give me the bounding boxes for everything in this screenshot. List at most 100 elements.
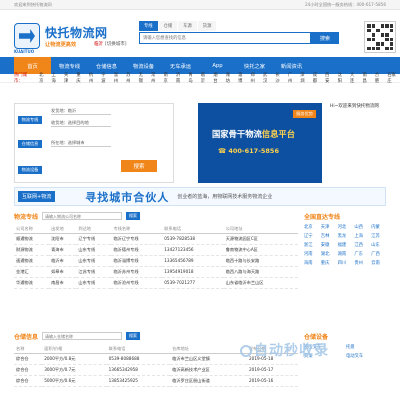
ad-headline: 寻找城市合伙人 <box>85 190 170 204</box>
cell: 江苏专线 <box>76 266 112 278</box>
hot-city[interactable]: 重庆 <box>76 72 84 84</box>
province-link[interactable]: 天津 <box>321 224 336 230</box>
site-logo[interactable] <box>14 23 40 49</box>
hot-city[interactable]: 宁波 <box>101 72 109 84</box>
cell: 5000平方/0.6元 <box>42 375 107 387</box>
hot-city[interactable]: 淄博 <box>238 72 246 84</box>
hot-city[interactable]: 无锡 <box>139 72 147 84</box>
province-link[interactable]: 广东 <box>354 251 369 257</box>
province-link[interactable]: 河南 <box>304 251 319 257</box>
cell: 山东专线 <box>76 255 112 267</box>
lines-search-button[interactable]: 搜索 <box>126 212 141 220</box>
hot-city[interactable]: 郑州 <box>251 72 259 84</box>
hot-city[interactable]: 大连 <box>350 72 358 84</box>
province-link[interactable]: 吉林 <box>321 233 336 239</box>
province-link[interactable]: 重庆 <box>321 260 336 266</box>
province-link[interactable]: 安徽 <box>321 242 336 248</box>
province-link[interactable]: 四川 <box>338 260 353 266</box>
province-link[interactable]: 贵州 <box>354 260 369 266</box>
brand-name[interactable]: 快托物流网 <box>45 24 108 41</box>
province-link[interactable]: 广西 <box>371 251 386 257</box>
welcome-panel: Hi~欢迎来到快托物流网 <box>330 103 386 183</box>
warehouse-search-button[interactable]: 搜索 <box>126 332 141 340</box>
table-row[interactable]: 速通物流 临沂市 山东专线 临沂淄博专线 13365456789 临西十路与长安路 <box>14 255 298 267</box>
tab-quick-line[interactable]: 物流专线 <box>18 116 42 124</box>
warehouse-city-field[interactable]: 所在地：选择城市 <box>51 140 111 147</box>
province-link[interactable]: 江西 <box>354 242 369 248</box>
banner-headline: 国家骨干物流信息平台 <box>212 128 295 140</box>
hot-city[interactable]: 南京 <box>163 72 171 84</box>
lines-search-input[interactable] <box>42 212 123 220</box>
province-link[interactable]: 湖南 <box>338 251 353 257</box>
province-link[interactable]: 河北 <box>338 224 353 230</box>
search-input[interactable] <box>139 32 311 44</box>
hot-city[interactable]: 沈阳 <box>338 72 346 84</box>
hot-city[interactable]: 常州 <box>151 72 159 84</box>
hot-city[interactable]: 潍坊 <box>226 72 234 84</box>
hot-city[interactable]: 青岛 <box>188 72 196 84</box>
province-link[interactable]: 上海 <box>354 233 369 239</box>
tab-quick-warehouse[interactable]: 仓储信息 <box>18 140 42 148</box>
province-link[interactable]: 江苏 <box>371 233 386 239</box>
city-switch-link[interactable]: [切换城市] <box>105 42 127 47</box>
hot-city[interactable]: 成都 <box>313 72 321 84</box>
table-row[interactable]: 顺通物流 沈阳市 辽宁专线 临沂辽宁专线 0539-7828538 天源物流园区C区 <box>14 233 298 245</box>
equipment-link[interactable]: 电动叉车 <box>346 353 386 359</box>
search-tab-cargo[interactable]: 货源 <box>197 21 217 31</box>
cell: 2019-05-16 <box>246 375 298 387</box>
search-tab-vehicle[interactable]: 车源 <box>178 21 197 31</box>
warehouse-search-input[interactable] <box>42 332 123 340</box>
hot-city[interactable]: 苏州 <box>126 72 134 84</box>
hot-city[interactable]: 烟台 <box>213 72 221 84</box>
hot-city[interactable]: 长沙 <box>275 72 283 84</box>
province-link[interactable]: 福建 <box>338 242 353 248</box>
promo-banner[interactable]: 服务优势 国家骨干物流信息平台 ☎ 400-617-5856 <box>198 103 322 183</box>
lines-table: 公司名称 出发地 到达地 专线名称 联系电话 公司地址 顺通物流 沈阳市 辽宁专线临… <box>14 226 298 289</box>
province-link[interactable]: 辽宁 <box>304 233 319 239</box>
province-link[interactable]: 山西 <box>354 224 369 230</box>
province-link[interactable]: 湖北 <box>321 251 336 257</box>
partner-ad[interactable]: 互联网+物流 寻找城市合伙人 创业者的蓝海，用物联网技术服务物流企业 <box>14 187 386 206</box>
quick-search-button[interactable]: 搜索 <box>121 160 157 172</box>
table-row[interactable]: 综合仓 5000平方/0.6元 13853425925 临沂罗庄区册山街道 2019-0… <box>14 375 298 387</box>
hot-city[interactable]: 温州 <box>114 72 122 84</box>
from-field[interactable]: 发货地：临沂 <box>51 108 111 115</box>
table-row[interactable]: 华通物流 南昌市 山东专线 临沂沧州专线 0539-7021277 山东省临沂市兰山区 <box>14 277 298 289</box>
cell: 13954919018 <box>162 266 224 278</box>
hot-city[interactable]: 石家庄 <box>387 72 400 84</box>
search-button[interactable]: 搜索 <box>311 32 339 44</box>
province-link[interactable]: 黑龙 <box>338 233 353 239</box>
hot-city[interactable]: 天津 <box>64 72 72 84</box>
col-header: 公司名称 <box>14 226 50 234</box>
hot-city[interactable]: 深圳 <box>300 72 308 84</box>
table-row[interactable]: 金港汇 如皋市 江苏专线 临沂苏州专线 13954919018 临西八路与海天路 <box>14 266 298 278</box>
hot-city[interactable]: 合肥 <box>375 72 383 84</box>
hot-city[interactable]: 南昌 <box>362 72 370 84</box>
tab-quick-equipment[interactable]: 物流设备 <box>18 166 42 174</box>
table-row[interactable]: 财源物流 青海市 山东专线 临沂德州专线 13427123456 鲁南物流中心A区 <box>14 244 298 256</box>
province-link[interactable]: 云南 <box>371 260 386 266</box>
hot-city[interactable]: 武汉 <box>263 72 271 84</box>
province-link[interactable]: 山东 <box>371 242 386 248</box>
province-link[interactable]: 浙江 <box>304 242 319 248</box>
hero-section: 物流专线 发货地：临沂 收货地：选择目的地 仓储信息 所在地：选择城市 物流设备… <box>14 103 386 183</box>
equipment-link[interactable]: 托盘 <box>346 344 386 350</box>
cell: 13853425925 <box>106 375 171 387</box>
hot-city[interactable]: 西安 <box>325 72 333 84</box>
search-box: 专线 仓储 车源 货源 搜索 <box>139 21 339 44</box>
hot-city[interactable]: 北京 <box>39 72 47 84</box>
cell: 临沂德州专线 <box>111 244 163 256</box>
hot-city[interactable]: 杭州 <box>89 72 97 84</box>
search-tab-line[interactable]: 专线 <box>139 21 158 31</box>
hot-city[interactable]: 济南 <box>176 72 184 84</box>
col-header: 到达地 <box>76 226 112 234</box>
table-row[interactable]: 综合仓 3000平方/0.7元 13665342958 临沂高新技术产业区 2019-0… <box>14 364 298 376</box>
hot-city[interactable]: 临沂 <box>201 72 209 84</box>
province-link[interactable]: 海南 <box>304 260 319 266</box>
to-field[interactable]: 收货地：选择目的地 <box>51 120 111 127</box>
hot-city[interactable]: 上海 <box>52 72 60 84</box>
hot-city[interactable]: 广州 <box>288 72 296 84</box>
province-link[interactable]: 内蒙 <box>371 224 386 230</box>
province-link[interactable]: 北京 <box>304 224 319 230</box>
search-tab-warehouse[interactable]: 仓储 <box>158 21 178 31</box>
